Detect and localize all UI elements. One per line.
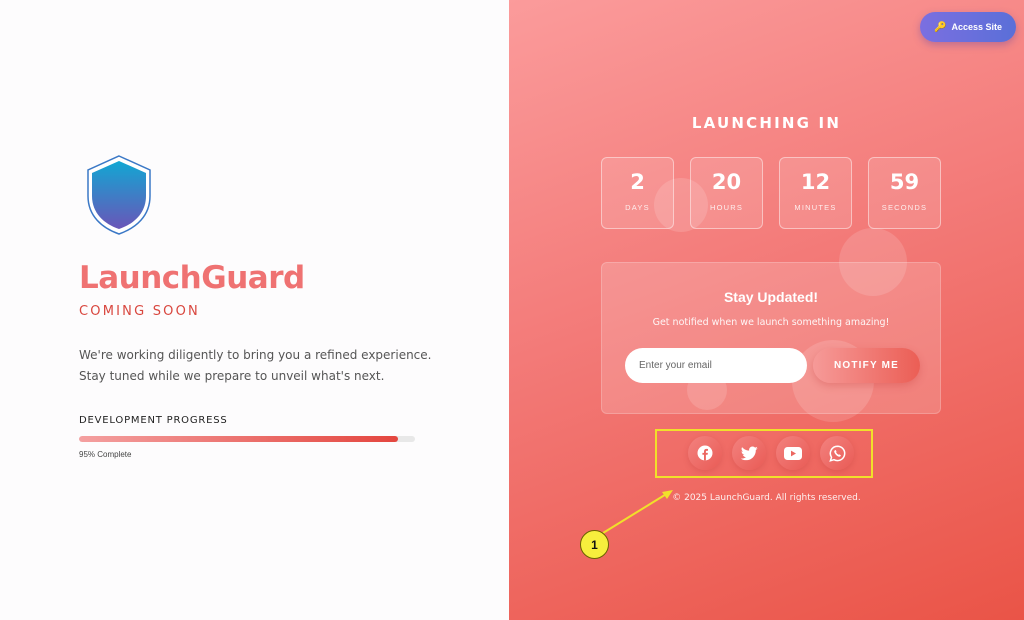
progress-bar-fill bbox=[79, 436, 399, 442]
shield-icon bbox=[87, 155, 151, 235]
youtube-button[interactable] bbox=[776, 436, 810, 470]
whatsapp-button[interactable] bbox=[820, 436, 854, 470]
description-line: Stay tuned while we prepare to unveil wh… bbox=[79, 369, 385, 383]
countdown-minutes: 12 MINUTES bbox=[779, 157, 852, 229]
twitter-icon bbox=[740, 445, 758, 460]
progress-bar bbox=[79, 436, 415, 442]
facebook-button[interactable] bbox=[688, 436, 722, 470]
countdown-title: LAUNCHING IN bbox=[691, 114, 842, 132]
progress-label: 95% Complete bbox=[79, 450, 132, 459]
right-panel: 🔑 Access Site LAUNCHING IN 2 DAYS 20 HOU… bbox=[509, 0, 1024, 620]
countdown-days: 2 DAYS bbox=[601, 157, 674, 229]
whatsapp-icon bbox=[828, 444, 845, 462]
progress-title: DEVELOPMENT PROGRESS bbox=[79, 415, 228, 426]
countdown-seconds: 59 SECONDS bbox=[868, 157, 941, 229]
description-line: We're working diligently to bring you a … bbox=[79, 348, 432, 362]
twitter-button[interactable] bbox=[732, 436, 766, 470]
facebook-icon bbox=[697, 445, 713, 461]
left-panel: LaunchGuard COMING SOON We're working di… bbox=[0, 0, 509, 620]
access-site-button[interactable]: 🔑 Access Site bbox=[920, 12, 1016, 42]
subscribe-subtitle: Get notified when we launch something am… bbox=[652, 317, 890, 328]
countdown-value: 2 bbox=[630, 170, 645, 194]
key-icon: 🔑 bbox=[934, 21, 947, 33]
countdown-unit-label: DAYS bbox=[625, 203, 650, 212]
notify-me-button[interactable]: NOTIFY ME bbox=[813, 348, 920, 383]
coming-soon-label: COMING SOON bbox=[79, 304, 200, 319]
countdown-unit-label: MINUTES bbox=[794, 203, 837, 212]
countdown-value: 20 bbox=[711, 170, 742, 194]
countdown-unit-label: SECONDS bbox=[881, 203, 928, 212]
youtube-icon bbox=[784, 446, 802, 460]
email-input[interactable] bbox=[625, 348, 807, 383]
countdown-hours: 20 HOURS bbox=[690, 157, 763, 229]
description: We're working diligently to bring you a … bbox=[79, 345, 439, 387]
subscribe-card: Stay Updated! Get notified when we launc… bbox=[601, 262, 941, 414]
access-site-label: Access Site bbox=[951, 22, 1002, 32]
brand-title: LaunchGuard bbox=[79, 260, 305, 296]
countdown-value: 12 bbox=[800, 170, 831, 194]
annotation-callout: 1 bbox=[580, 530, 609, 559]
countdown-unit-label: HOURS bbox=[709, 203, 744, 212]
subscribe-title: Stay Updated! bbox=[723, 289, 819, 305]
countdown-value: 59 bbox=[889, 170, 920, 194]
copyright-footer: © 2025 LaunchGuard. All rights reserved. bbox=[672, 493, 861, 503]
